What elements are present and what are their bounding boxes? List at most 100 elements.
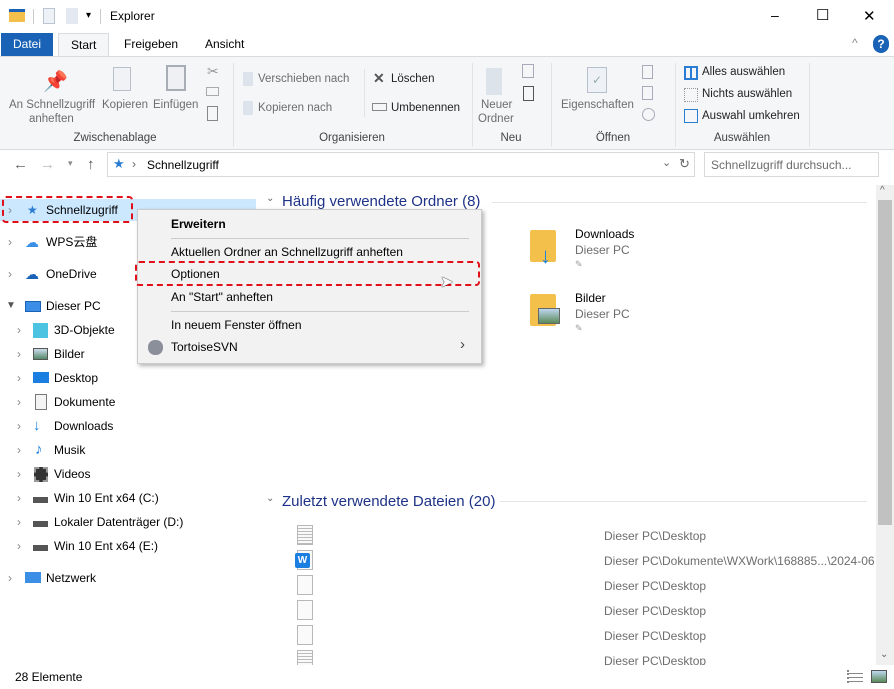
cut-icon[interactable]: ✂ bbox=[207, 63, 219, 80]
expand-chevron-icon[interactable]: › bbox=[17, 487, 21, 509]
menu-separator bbox=[171, 238, 469, 239]
expand-chevron-icon[interactable]: › bbox=[17, 535, 21, 557]
new-item-icon[interactable] bbox=[522, 64, 534, 78]
collapse-ribbon-icon[interactable]: ^ bbox=[852, 36, 858, 50]
select-all-button[interactable]: Alles auswählen bbox=[702, 66, 785, 78]
properties-icon: ✓ bbox=[587, 67, 607, 93]
help-button[interactable]: ? bbox=[873, 35, 889, 53]
details-view-button[interactable] bbox=[847, 670, 863, 683]
nav-item-downloads[interactable]: › ↓ Downloads bbox=[0, 415, 256, 437]
customize-toolbar-icon[interactable]: ▾ bbox=[86, 10, 91, 21]
large-icons-view-button[interactable] bbox=[871, 670, 887, 683]
history-icon[interactable] bbox=[642, 108, 655, 121]
file-row[interactable]: Dieser PC\Desktop bbox=[260, 650, 876, 665]
expand-chevron-icon[interactable]: › bbox=[17, 367, 21, 389]
menu-item-tortoisesvn[interactable]: TortoiseSVN bbox=[171, 337, 238, 357]
expand-chevron-icon[interactable]: › bbox=[17, 463, 21, 485]
maximize-button[interactable]: ☐ bbox=[816, 6, 829, 24]
back-button[interactable]: ← bbox=[13, 156, 28, 173]
tab-datei[interactable]: Datei bbox=[1, 33, 54, 56]
copy-button[interactable]: Kopieren bbox=[102, 99, 148, 111]
tab-start[interactable]: Start bbox=[58, 33, 110, 56]
collapse-group-icon[interactable]: ⌄ bbox=[266, 493, 274, 504]
expand-chevron-icon[interactable]: › bbox=[17, 391, 21, 413]
address-input[interactable]: ★ › Schnellzugriff ⌄ ↻ bbox=[107, 152, 695, 177]
new-folder-button[interactable]: Neuer bbox=[481, 99, 512, 111]
expand-chevron-icon[interactable]: › bbox=[17, 415, 21, 437]
file-row[interactable]: Dieser PC\Desktop bbox=[260, 525, 876, 550]
copy-to-button[interactable]: Kopieren nach bbox=[258, 102, 332, 114]
nav-item-drive-c[interactable]: › Win 10 Ent x64 (C:) bbox=[0, 487, 256, 509]
copy-path-icon[interactable] bbox=[206, 87, 219, 96]
divider bbox=[492, 202, 867, 203]
tab-ansicht[interactable]: Ansicht bbox=[193, 33, 256, 56]
search-input[interactable]: Schnellzugriff durchsuch... bbox=[704, 152, 879, 177]
vertical-scrollbar[interactable]: ^ ⌄ bbox=[876, 185, 894, 665]
pin-quick-access-button[interactable]: An Schnellzugriff bbox=[9, 99, 95, 111]
paste-button[interactable]: Einfügen bbox=[153, 99, 198, 111]
easy-access-icon[interactable] bbox=[523, 86, 534, 101]
video-icon bbox=[34, 467, 48, 482]
file-row[interactable]: W Dieser PC\Dokumente\WXWork\168885...\20… bbox=[260, 550, 876, 575]
new-folder-quick-icon[interactable] bbox=[66, 8, 78, 24]
delete-button[interactable]: Löschen bbox=[391, 73, 434, 85]
nav-label: Win 10 Ent x64 (C:) bbox=[54, 491, 159, 505]
expand-chevron-icon[interactable]: › bbox=[17, 439, 21, 461]
invert-selection-button[interactable]: Auswahl umkehren bbox=[702, 110, 800, 122]
nav-item-desktop[interactable]: › Desktop bbox=[0, 367, 256, 389]
new-folder-icon bbox=[486, 68, 502, 95]
frequent-folders-header[interactable]: Häufig verwendete Ordner (8) bbox=[282, 193, 480, 210]
properties-quick-icon[interactable] bbox=[43, 8, 55, 24]
minimize-button[interactable]: – bbox=[771, 7, 779, 23]
expand-chevron-icon[interactable]: › bbox=[17, 343, 21, 365]
folder-item-bilder[interactable]: Bilder Dieser PC ✎ bbox=[528, 289, 638, 339]
expand-chevron-icon[interactable]: › bbox=[8, 263, 12, 285]
cloud-icon: ☁ bbox=[25, 234, 39, 250]
edit-icon[interactable] bbox=[642, 86, 653, 100]
file-path: Dieser PC\Desktop bbox=[604, 579, 707, 593]
close-button[interactable]: ✕ bbox=[863, 7, 876, 25]
tab-freigeben[interactable]: Freigeben bbox=[112, 33, 190, 56]
collapse-chevron-icon[interactable]: ▼ bbox=[6, 295, 16, 317]
expand-chevron-icon[interactable]: › bbox=[8, 231, 12, 253]
rename-button[interactable]: Umbenennen bbox=[391, 102, 460, 114]
scroll-down-icon[interactable]: ⌄ bbox=[880, 649, 888, 660]
forward-button[interactable]: → bbox=[40, 156, 55, 173]
nav-item-netzwerk[interactable]: › Netzwerk bbox=[0, 567, 256, 589]
mouse-cursor-icon: ➤ bbox=[440, 274, 454, 291]
file-row[interactable]: Dieser PC\Desktop bbox=[260, 600, 876, 625]
collapse-group-icon[interactable]: ⌄ bbox=[266, 193, 274, 204]
nav-item-drive-e[interactable]: › Win 10 Ent x64 (E:) bbox=[0, 535, 256, 557]
properties-button[interactable]: Eigenschaften bbox=[561, 99, 634, 111]
menu-item-expand[interactable]: Erweitern bbox=[171, 214, 226, 234]
recent-files-header[interactable]: Zuletzt verwendete Dateien (20) bbox=[282, 493, 495, 510]
address-dropdown-icon[interactable]: ⌄ bbox=[662, 156, 671, 169]
file-row[interactable]: Dieser PC\Desktop bbox=[260, 575, 876, 600]
context-menu: Erweitern Aktuellen Ordner an Schnellzug… bbox=[137, 209, 482, 364]
recent-locations-icon[interactable]: ▾ bbox=[68, 158, 73, 169]
nav-item-dokumente[interactable]: › Dokumente bbox=[0, 391, 256, 413]
nav-item-drive-d[interactable]: › Lokaler Datenträger (D:) bbox=[0, 511, 256, 533]
move-to-button[interactable]: Verschieben nach bbox=[258, 73, 349, 85]
refresh-icon[interactable]: ↻ bbox=[679, 156, 690, 172]
star-icon: ★ bbox=[113, 156, 125, 171]
menu-item-pin-quick-access[interactable]: Aktuellen Ordner an Schnellzugriff anhef… bbox=[171, 242, 403, 262]
menu-item-pin-start[interactable]: An "Start" anheften bbox=[171, 287, 273, 307]
breadcrumb-quick-access[interactable]: Schnellzugriff bbox=[147, 158, 219, 172]
menu-item-new-window[interactable]: In neuem Fenster öffnen bbox=[171, 315, 302, 335]
select-none-button[interactable]: Nichts auswählen bbox=[702, 88, 792, 100]
file-row[interactable]: Dieser PC\Desktop bbox=[260, 625, 876, 650]
expand-chevron-icon[interactable]: › bbox=[17, 511, 21, 533]
up-button[interactable]: ↑ bbox=[87, 156, 95, 173]
open-icon[interactable] bbox=[642, 65, 653, 79]
folder-item-downloads[interactable]: ↓ Downloads Dieser PC ✎ bbox=[528, 225, 638, 275]
nav-item-musik[interactable]: › ♪ Musik bbox=[0, 439, 256, 461]
expand-chevron-icon[interactable]: › bbox=[8, 567, 12, 589]
file-path: Dieser PC\Dokumente\WXWork\168885...\202… bbox=[604, 554, 875, 568]
scrollbar-thumb[interactable] bbox=[878, 200, 892, 525]
breadcrumb-chevron-icon[interactable]: › bbox=[132, 157, 136, 171]
expand-chevron-icon[interactable]: › bbox=[17, 319, 21, 341]
nav-item-videos[interactable]: › Videos bbox=[0, 463, 256, 485]
paste-shortcut-icon[interactable] bbox=[207, 106, 218, 121]
scroll-up-icon[interactable]: ^ bbox=[880, 185, 885, 196]
